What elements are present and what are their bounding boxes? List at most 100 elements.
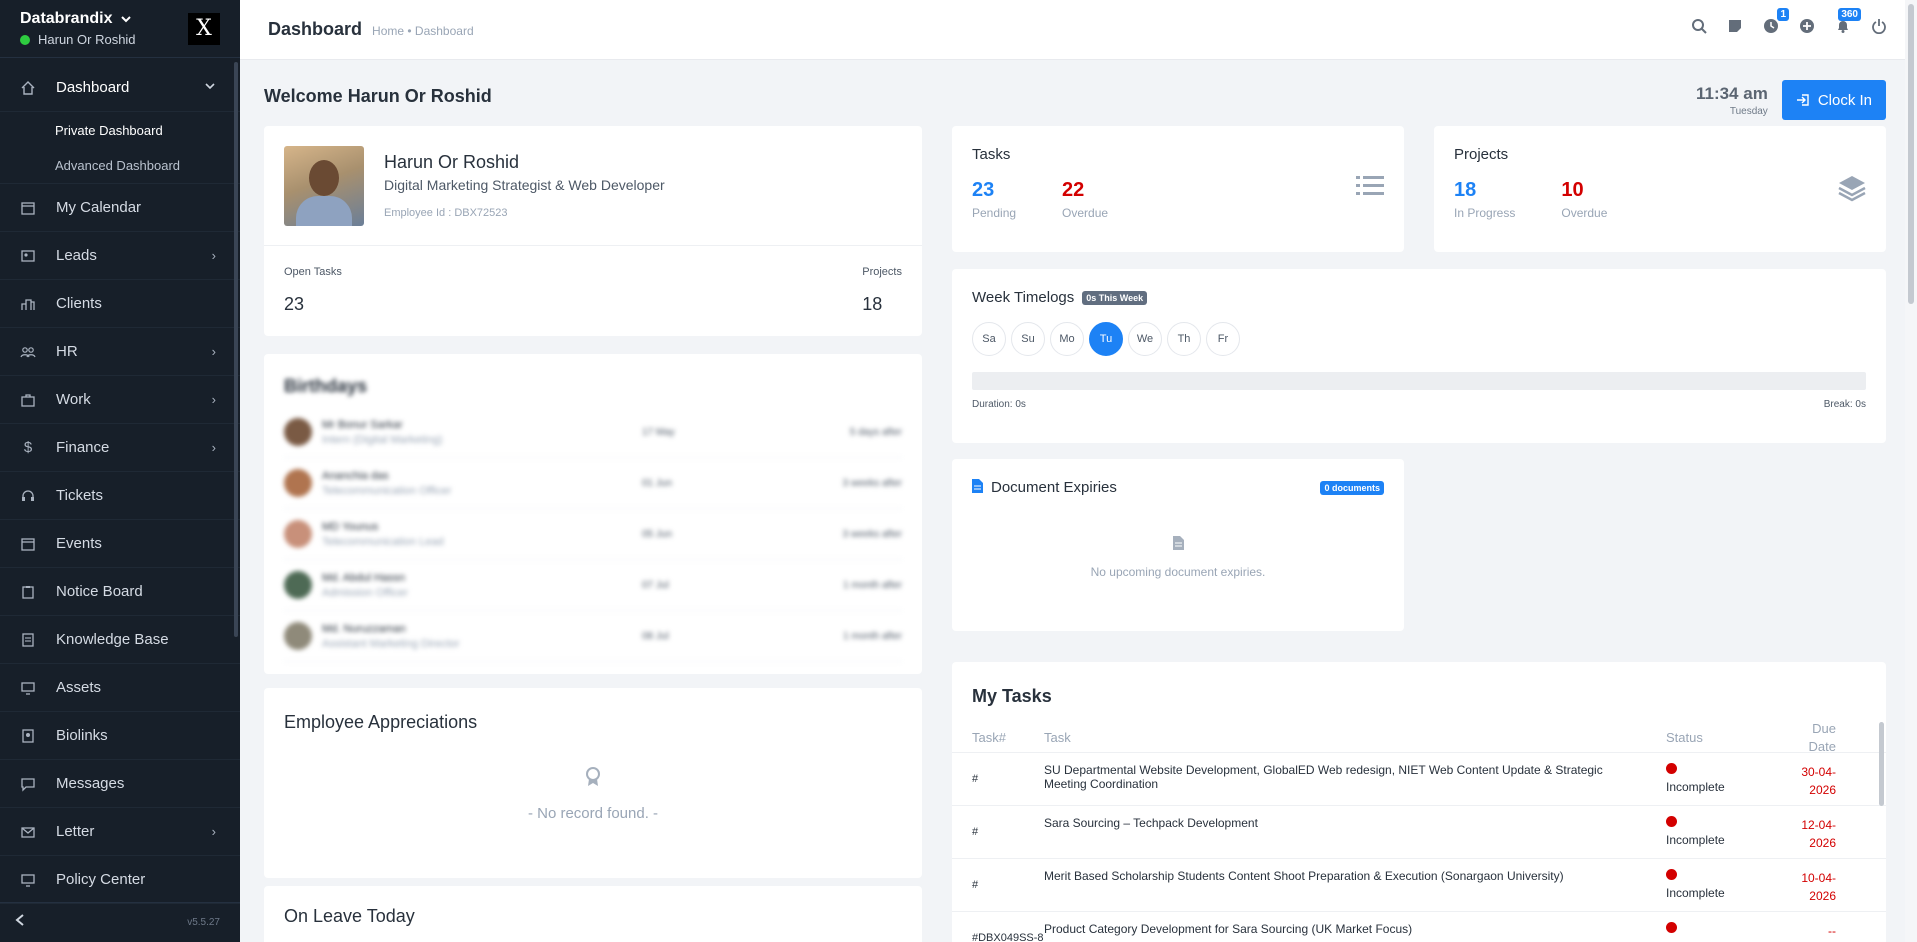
birthdays-title: Birthdays: [284, 376, 368, 396]
sidebar-item-label: HR: [56, 343, 78, 360]
column-header-task-number[interactable]: Task#: [952, 730, 1044, 745]
avatar[interactable]: [284, 146, 364, 226]
sidebar-item-work[interactable]: Work ›: [0, 376, 240, 424]
documents-count-badge: 0 documents: [1320, 480, 1384, 495]
list-icon: [1356, 174, 1384, 203]
employee-id: Employee Id : DBX72523: [384, 207, 508, 219]
projects-in-progress[interactable]: 18 In Progress: [1454, 179, 1515, 220]
appreciations-title: Employee Appreciations: [284, 712, 478, 732]
sidebar-item-leads[interactable]: Leads ›: [0, 232, 240, 280]
weekday-selector: Sa Su Mo Tu We Th Fr: [952, 306, 1886, 356]
sidebar-item-assets[interactable]: Assets: [0, 664, 240, 712]
current-user-name: Harun Or Roshid: [38, 32, 136, 47]
column-header-status[interactable]: Status: [1666, 730, 1786, 745]
sidebar-item-biolinks[interactable]: Biolinks: [0, 712, 240, 760]
table-header: Task# Task Status Due Date: [952, 720, 1886, 756]
task-status: Incomplete: [1666, 816, 1786, 847]
weekday-mo[interactable]: Mo: [1050, 322, 1084, 356]
timer-badge: 1: [1777, 8, 1789, 21]
task-name-link[interactable]: Sara Sourcing – Techpack Development: [1044, 816, 1666, 830]
sidebar-item-policy-center[interactable]: Policy Center: [0, 856, 240, 904]
sidebar-item-events[interactable]: Events: [0, 520, 240, 568]
projects-stat[interactable]: Projects 18: [862, 266, 902, 315]
birthday-relative: 3 weeks after: [842, 477, 902, 489]
table-row[interactable]: #DBX049SS-8 Product Category Development …: [952, 912, 1886, 942]
column-header-task[interactable]: Task: [1044, 730, 1666, 745]
projects-overdue[interactable]: 10 Overdue: [1561, 179, 1607, 220]
page-scrollbar-thumb[interactable]: [1908, 4, 1914, 304]
add-icon[interactable]: [1797, 16, 1817, 36]
tasks-overdue[interactable]: 22 Overdue: [1062, 179, 1108, 220]
weekday-fr[interactable]: Fr: [1206, 322, 1240, 356]
table-row[interactable]: # Sara Sourcing – Techpack Development Inc…: [952, 806, 1886, 859]
column-header-due-date[interactable]: Due Date: [1786, 720, 1866, 756]
timer-icon[interactable]: 1: [1761, 8, 1789, 36]
sidebar-item-dashboard[interactable]: Dashboard: [0, 64, 240, 112]
clock-in-button[interactable]: Clock In: [1781, 80, 1886, 120]
search-icon[interactable]: [1689, 16, 1709, 36]
sidebar-item-label: Events: [56, 535, 102, 552]
sidebar-item-knowledge-base[interactable]: Knowledge Base: [0, 616, 240, 664]
sidebar-item-my-calendar[interactable]: My Calendar: [0, 184, 240, 232]
task-name-link[interactable]: Product Category Development for Sara So…: [1044, 922, 1666, 936]
weekday-sa[interactable]: Sa: [972, 322, 1006, 356]
login-icon: [1796, 94, 1809, 106]
award-icon: [264, 767, 922, 793]
status-dot-icon: [1666, 922, 1677, 933]
page-scrollbar[interactable]: [1905, 0, 1917, 942]
table-row[interactable]: # Merit Based Scholarship Students Conten…: [952, 859, 1886, 912]
sidebar-item-finance[interactable]: $ Finance ›: [0, 424, 240, 472]
sidebar-item-label: Tickets: [56, 487, 103, 504]
task-number: #DBX049SS-8: [972, 932, 1044, 942]
tasks-summary-card[interactable]: Tasks 23 Pending 22 Overdue: [952, 126, 1404, 252]
power-icon[interactable]: [1869, 16, 1889, 36]
open-tasks-stat[interactable]: Open Tasks 23: [284, 266, 342, 315]
sidebar-item-notice-board[interactable]: Notice Board: [0, 568, 240, 616]
sidebar-item-messages[interactable]: Messages: [0, 760, 240, 808]
timelogs-badge: 0s This Week: [1082, 290, 1148, 305]
sidebar-item-clients[interactable]: Clients: [0, 280, 240, 328]
task-name-link[interactable]: Merit Based Scholarship Students Content…: [1044, 869, 1666, 883]
projects-summary-card[interactable]: Projects 18 In Progress 10 Overdue: [1434, 126, 1886, 252]
my-tasks-title: My Tasks: [972, 686, 1052, 706]
company-switcher[interactable]: Databrandix: [20, 10, 136, 28]
avatar: [284, 418, 312, 446]
sidebar-item-hr[interactable]: HR ›: [0, 328, 240, 376]
weekday-su[interactable]: Su: [1011, 322, 1045, 356]
weekday-tu[interactable]: Tu: [1089, 322, 1123, 356]
birthdays-card: Birthdays Mr Bonur Sarkar Intern (Digital…: [264, 354, 922, 674]
home-icon: [20, 80, 36, 96]
collapse-sidebar-icon[interactable]: [14, 913, 26, 932]
sidebar-subitem-private-dashboard[interactable]: Private Dashboard: [0, 112, 240, 148]
profile-name[interactable]: Harun Or Roshid: [384, 152, 665, 173]
sidebar-item-tickets[interactable]: Tickets: [0, 472, 240, 520]
sidebar-item-label: My Calendar: [56, 199, 142, 216]
birthday-row: Md. Nuruzzaman Assistant Marketing Direct…: [284, 611, 902, 662]
birthday-row: Mr Bonur Sarkar Intern (Digital Marketing…: [284, 407, 902, 458]
task-name-link[interactable]: SU Departmental Website Development, Glo…: [1044, 763, 1666, 791]
tasks-pending[interactable]: 23 Pending: [972, 179, 1016, 220]
task-status: Incomplete: [1666, 763, 1786, 794]
tasks-scrollbar[interactable]: [1879, 722, 1884, 806]
sidebar-item-letter[interactable]: Letter ›: [0, 808, 240, 856]
sidebar-item-label: Messages: [56, 775, 125, 792]
sidebar-scrollbar[interactable]: [234, 62, 238, 637]
on-leave-today-card: On Leave Today: [264, 886, 922, 942]
birthday-name: Md. Abdul Hassn: [322, 571, 406, 584]
breadcrumb[interactable]: Home • Dashboard: [372, 24, 474, 38]
sidebar-subitem-advanced-dashboard[interactable]: Advanced Dashboard: [0, 148, 240, 184]
birthday-date: 17 May: [642, 426, 675, 438]
bell-icon[interactable]: 360: [1833, 8, 1861, 36]
company-logo[interactable]: X: [188, 12, 220, 45]
chevron-right-icon: ›: [211, 248, 216, 263]
sticky-note-icon[interactable]: [1725, 16, 1745, 36]
on-leave-title: On Leave Today: [284, 906, 415, 926]
dollar-icon: $: [23, 439, 33, 456]
timelog-break: Break: 0s: [1823, 399, 1866, 410]
briefcase-icon: [20, 392, 36, 408]
current-time: 11:34 am: [1695, 83, 1768, 103]
weekday-th[interactable]: Th: [1167, 322, 1201, 356]
weekday-we[interactable]: We: [1128, 322, 1162, 356]
table-row[interactable]: # SU Departmental Website Development, Gl…: [952, 753, 1886, 806]
sidebar: Databrandix Harun Or Roshid X Dashboard …: [0, 0, 240, 942]
